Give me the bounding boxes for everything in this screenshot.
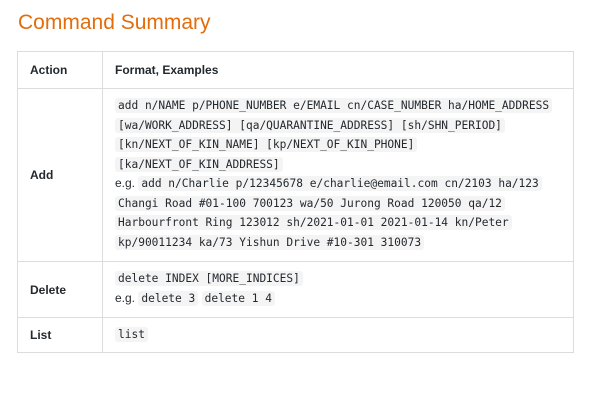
add-format-code: add n/NAME p/PHONE_NUMBER e/EMAIL cn/CAS…: [115, 98, 553, 172]
column-header-action: Action: [17, 51, 103, 89]
page: Command Summary Action Format, Examples …: [0, 0, 589, 415]
table-row-delete: Delete delete INDEX [MORE_INDICES] e.g. …: [17, 261, 574, 318]
format-cell-list: list: [102, 317, 574, 353]
delete-example-prefix: e.g.: [115, 290, 136, 305]
page-title: Command Summary: [18, 11, 211, 34]
column-header-format: Format, Examples: [102, 51, 574, 89]
table-header-row: Action Format, Examples: [17, 51, 574, 89]
table-row-list: List list: [17, 317, 574, 353]
list-format-code: list: [115, 327, 148, 343]
delete-example-code-1: delete 3: [138, 290, 199, 306]
delete-format-code: delete INDEX [MORE_INDICES]: [115, 271, 303, 286]
add-example-code: add n/Charlie p/12345678 e/charlie@email…: [115, 176, 542, 250]
delete-example-code-2: delete 1 4: [201, 290, 275, 306]
command-summary-table: Action Format, Examples Add add n/NAME p…: [17, 51, 574, 353]
action-cell-delete: Delete: [17, 261, 103, 318]
table-row-add: Add add n/NAME p/PHONE_NUMBER e/EMAIL cn…: [17, 88, 574, 262]
add-example-prefix: e.g.: [115, 176, 136, 190]
format-cell-add: add n/NAME p/PHONE_NUMBER e/EMAIL cn/CAS…: [102, 88, 574, 262]
action-cell-add: Add: [17, 88, 103, 262]
format-cell-delete: delete INDEX [MORE_INDICES] e.g. delete …: [102, 261, 574, 318]
action-cell-list: List: [17, 317, 103, 353]
